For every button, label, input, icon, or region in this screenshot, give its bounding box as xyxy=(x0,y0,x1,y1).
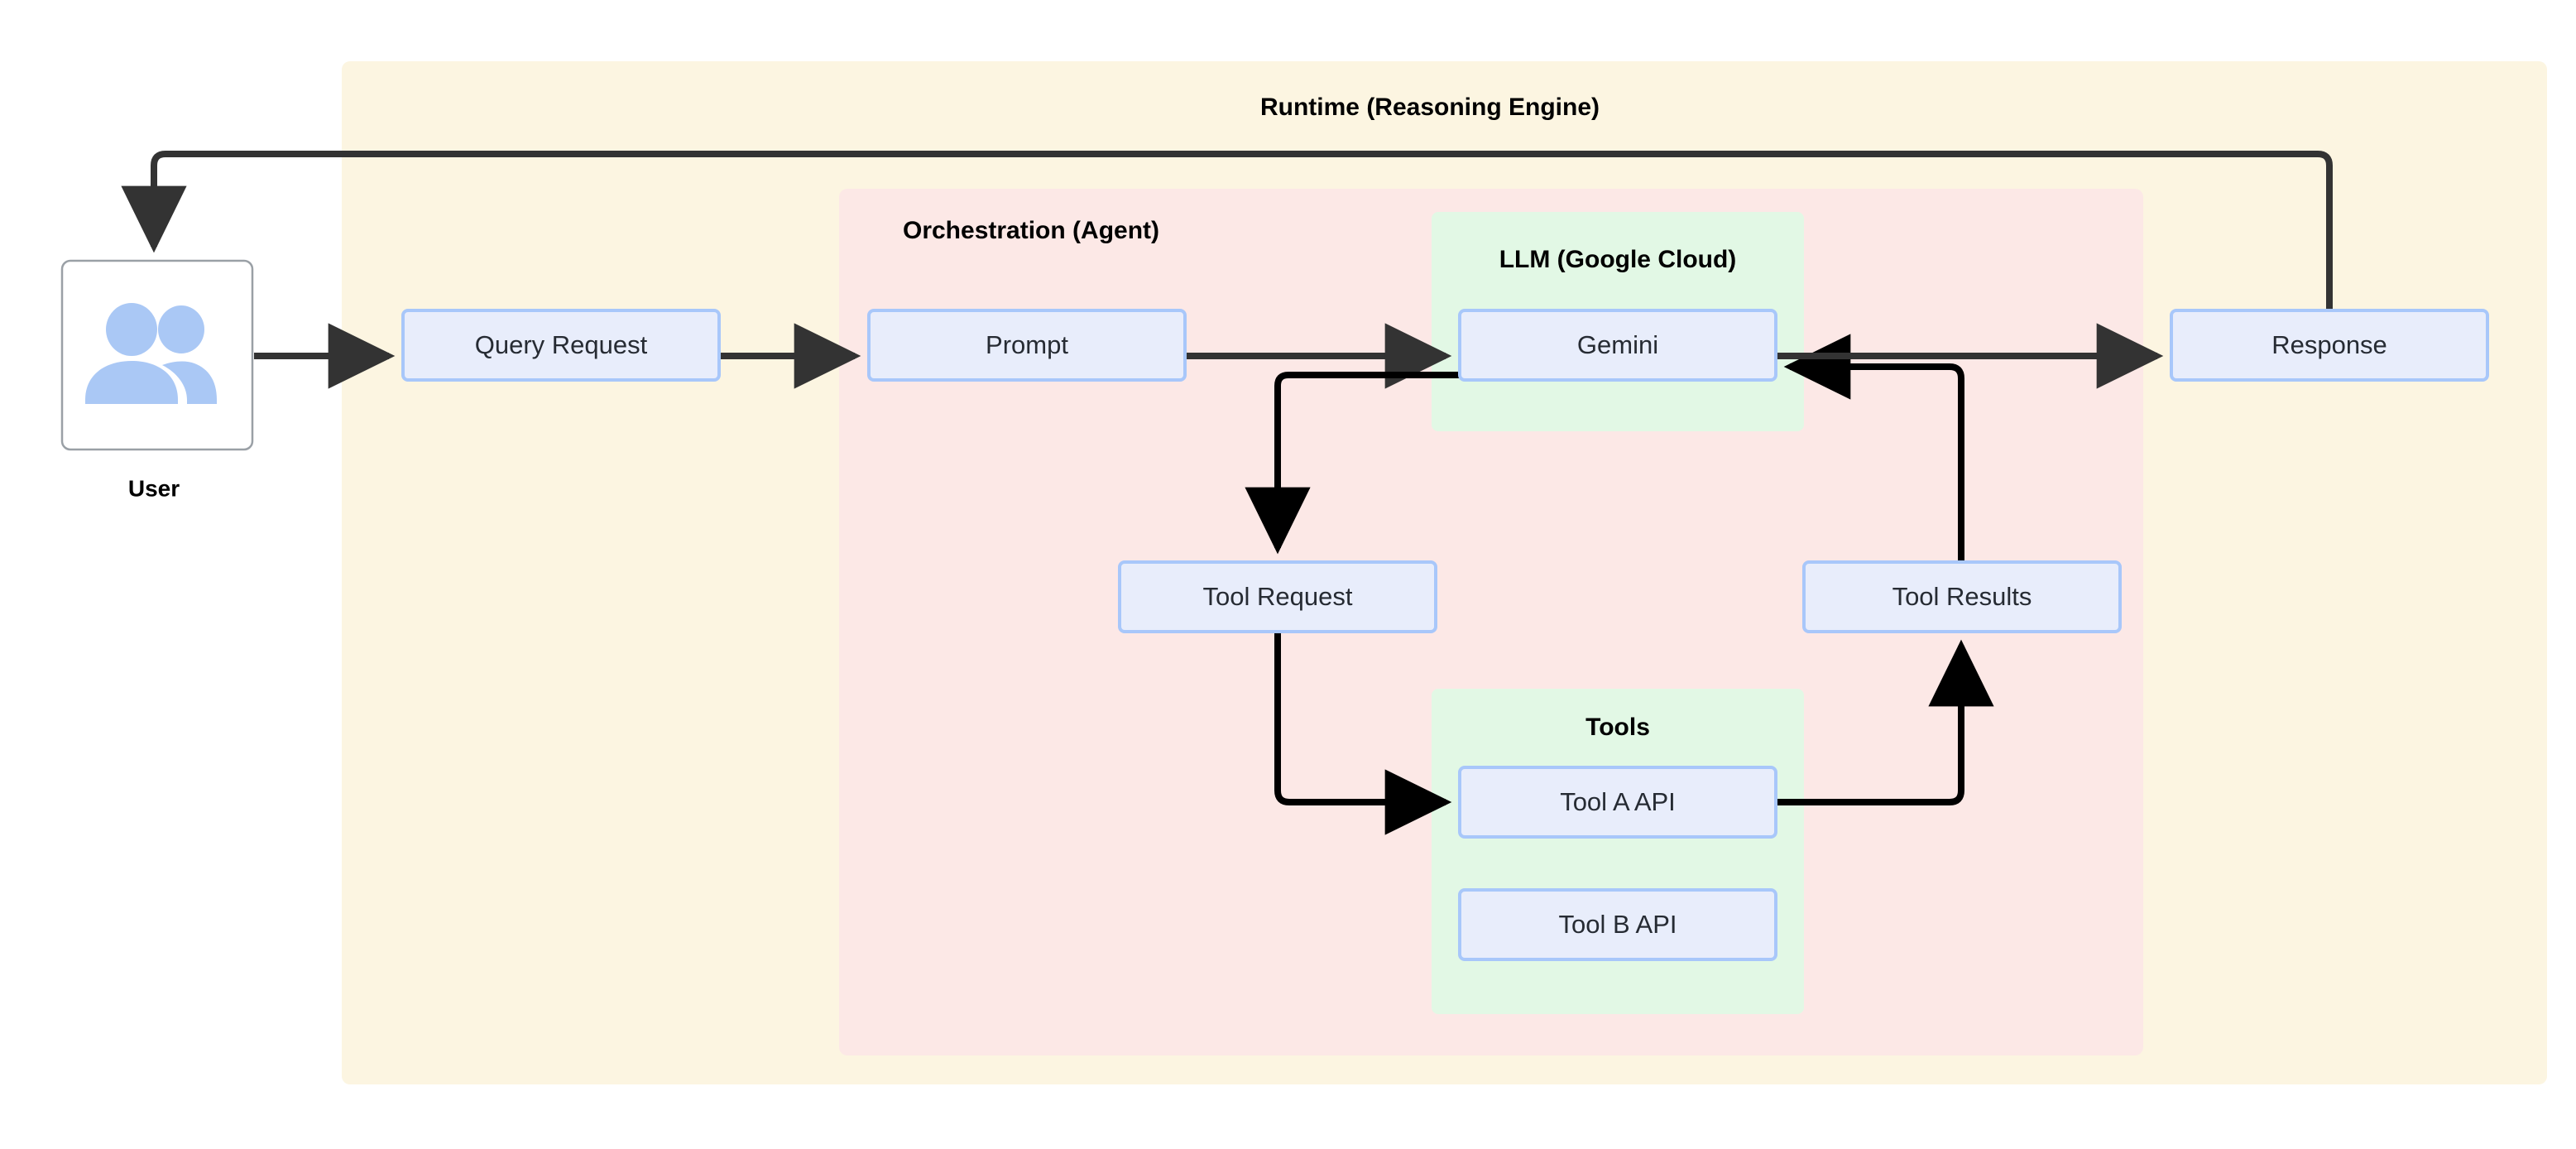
node-gemini-label: Gemini xyxy=(1577,330,1658,359)
node-query-request-label: Query Request xyxy=(475,330,648,359)
node-tool-a-api-label: Tool A API xyxy=(1560,787,1676,816)
labels-layer: Runtime (Reasoning Engine) Orchestration… xyxy=(128,94,2387,939)
group-tools-title: Tools xyxy=(1585,714,1650,741)
node-prompt-label: Prompt xyxy=(986,330,1068,359)
node-tool-request-label: Tool Request xyxy=(1203,582,1353,611)
node-tool-b-api-label: Tool B API xyxy=(1558,910,1677,939)
diagram-canvas: Runtime (Reasoning Engine) Orchestration… xyxy=(0,0,2576,1149)
node-response-label: Response xyxy=(2271,330,2387,359)
group-orchestration-title: Orchestration (Agent) xyxy=(903,217,1159,244)
user-actor-label: User xyxy=(128,475,180,501)
group-runtime-title: Runtime (Reasoning Engine) xyxy=(1260,94,1600,121)
node-tool-results-label: Tool Results xyxy=(1892,582,2032,611)
group-llm-title: LLM (Google Cloud) xyxy=(1499,246,1737,273)
